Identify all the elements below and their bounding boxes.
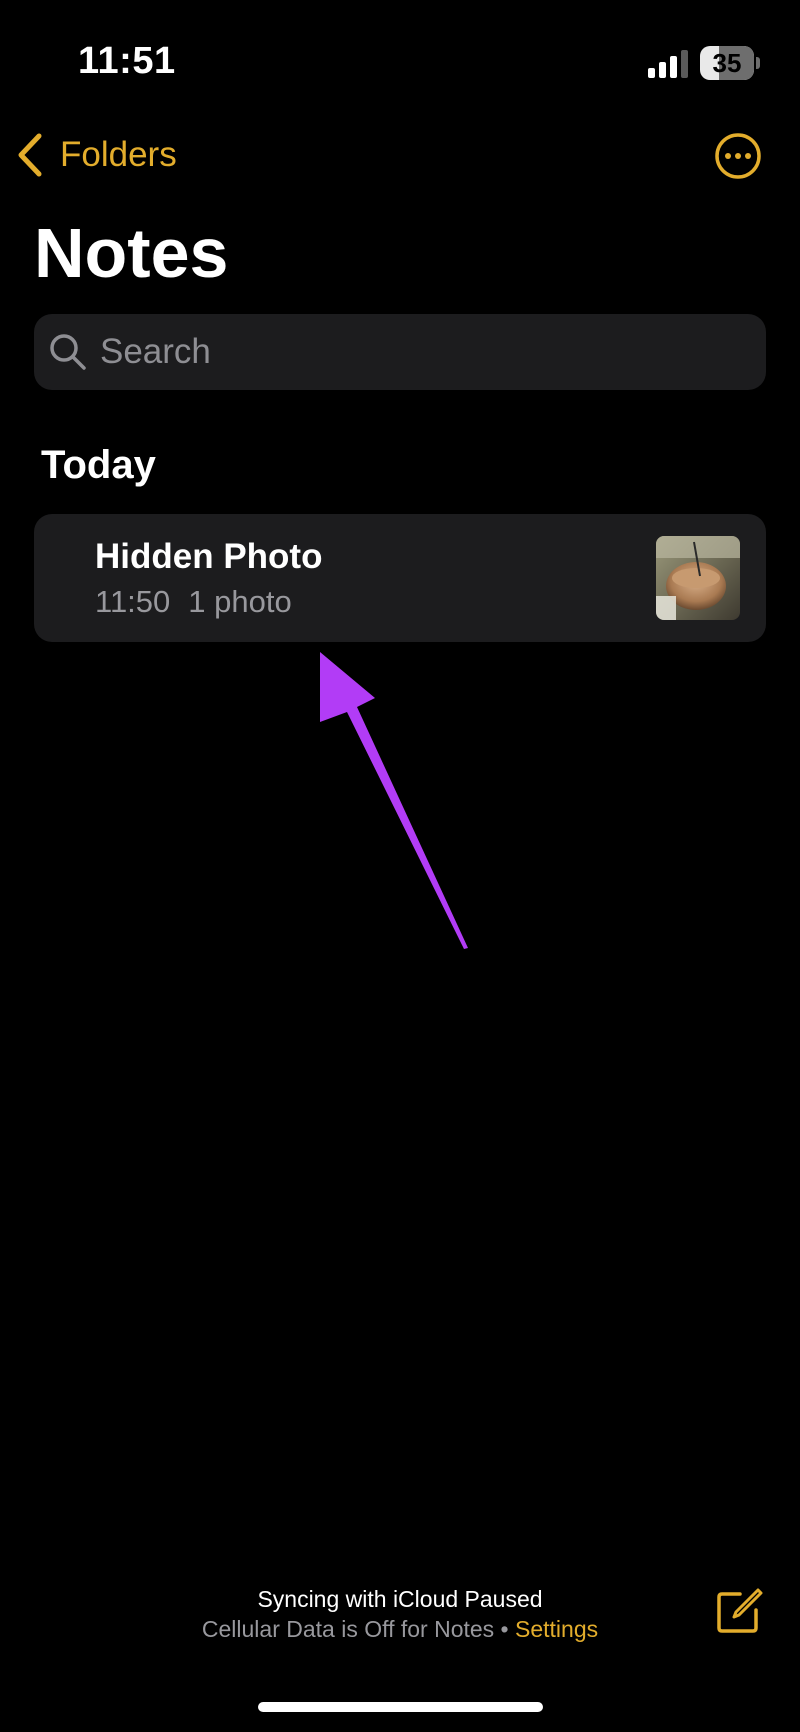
battery-level: 35 xyxy=(712,48,742,78)
annotation-arrow xyxy=(320,652,468,949)
note-list-item[interactable]: Hidden Photo 11:50 1 photo xyxy=(34,514,766,642)
compose-note-icon[interactable] xyxy=(714,1586,764,1636)
battery-icon: 35 xyxy=(700,46,760,80)
note-time: 11:50 xyxy=(95,584,171,619)
back-button-label: Folders xyxy=(60,135,177,174)
section-header-today: Today xyxy=(41,443,156,487)
chevron-left-icon xyxy=(18,133,42,177)
ellipsis-circle-icon[interactable] xyxy=(714,132,762,180)
sync-status-detail: Cellular Data is Off for Notes • xyxy=(201,1616,516,1642)
back-button[interactable]: Folders xyxy=(16,130,177,180)
home-indicator[interactable] xyxy=(258,1702,543,1712)
sync-status-title: Syncing with iCloud Paused xyxy=(257,1586,543,1612)
search-bar[interactable] xyxy=(34,314,766,390)
navigation-bar: Folders xyxy=(0,120,800,190)
photo-thumbnail xyxy=(656,536,740,620)
search-input[interactable] xyxy=(100,332,720,372)
search-icon xyxy=(50,334,86,370)
page-title: Notes xyxy=(34,214,229,292)
note-title: Hidden Photo xyxy=(95,537,323,576)
status-bar: 11:51 35 xyxy=(0,0,800,120)
settings-link[interactable]: Settings xyxy=(515,1616,598,1642)
sync-status-subtitle: Cellular Data is Off for Notes • Setting… xyxy=(0,1614,800,1644)
note-preview: 1 photo xyxy=(188,584,292,619)
note-meta: 11:50 1 photo xyxy=(95,582,292,622)
status-time: 11:51 xyxy=(78,40,176,82)
sync-status: Syncing with iCloud Paused Cellular Data… xyxy=(0,1584,800,1644)
cellular-signal-icon xyxy=(648,50,688,78)
